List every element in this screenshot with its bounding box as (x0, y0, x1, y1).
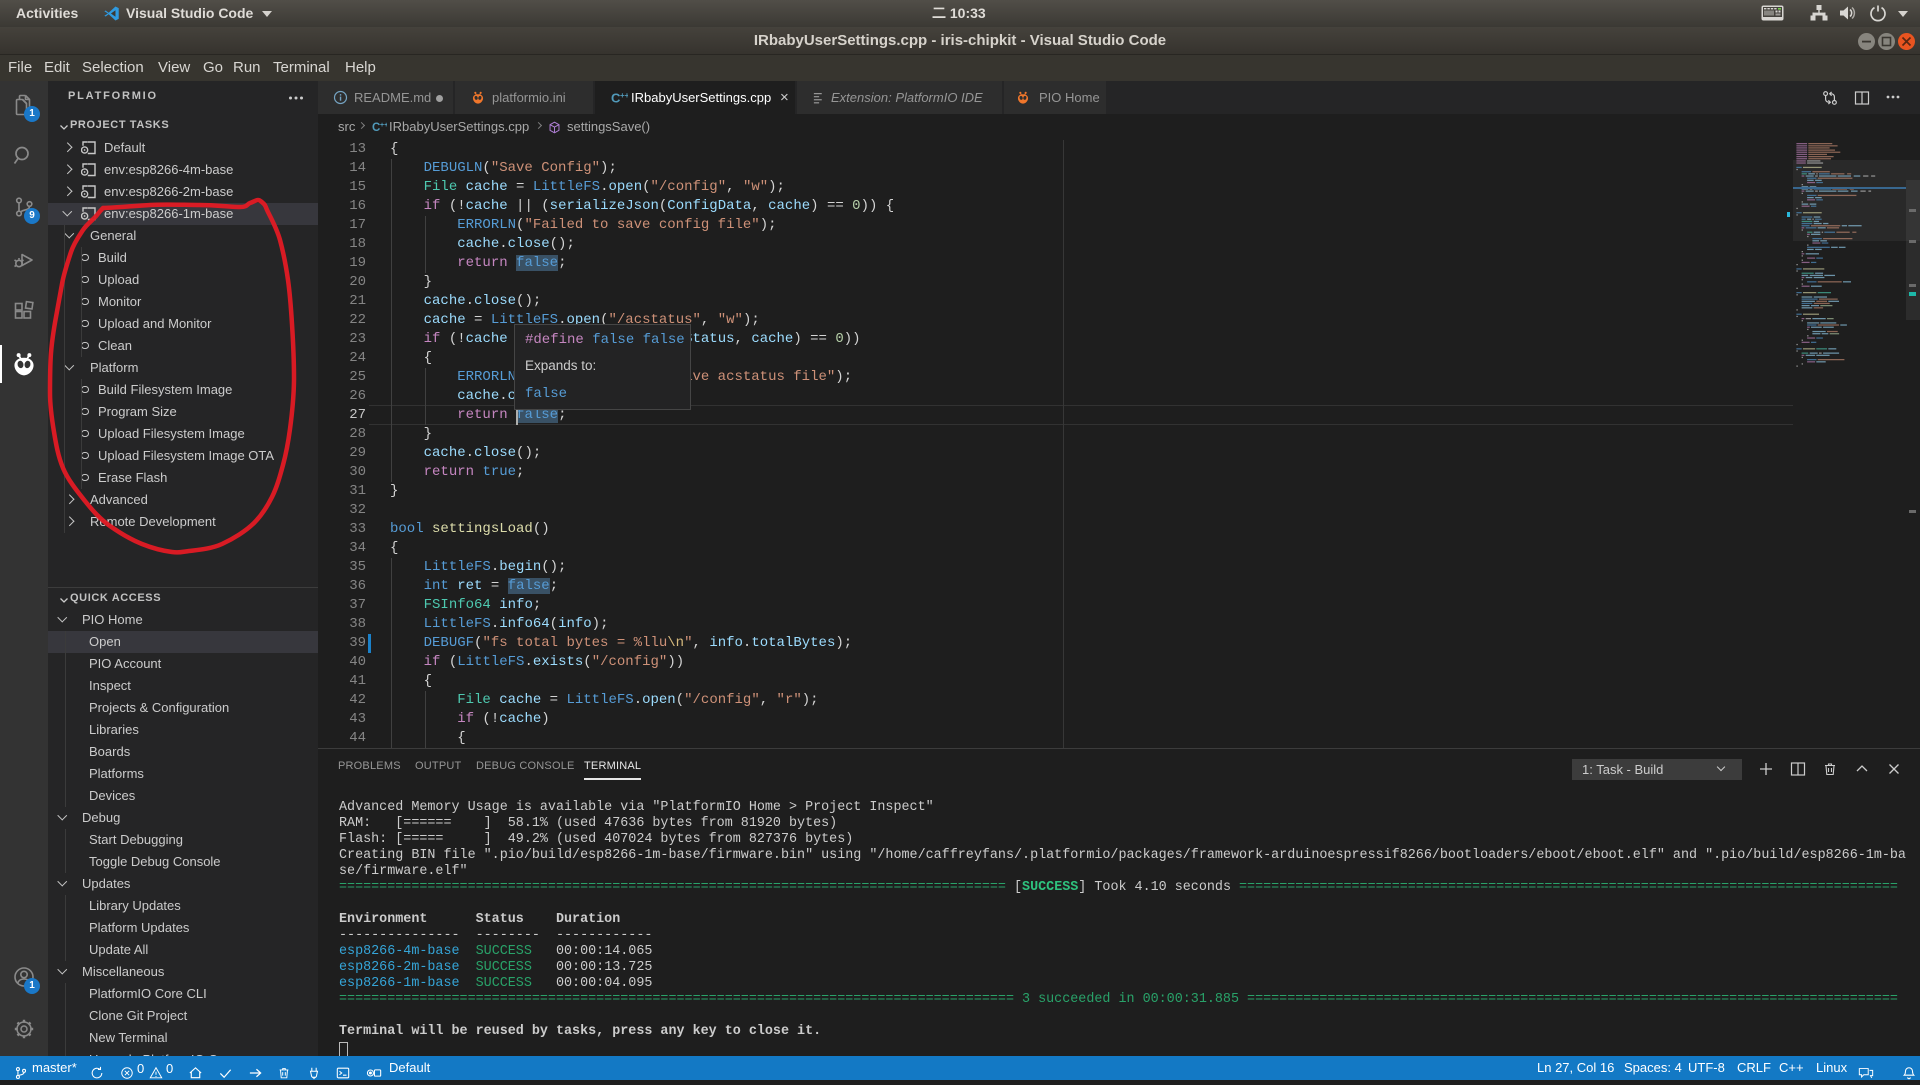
svg-text:++: ++ (620, 91, 628, 100)
svg-text:++: ++ (380, 122, 387, 129)
